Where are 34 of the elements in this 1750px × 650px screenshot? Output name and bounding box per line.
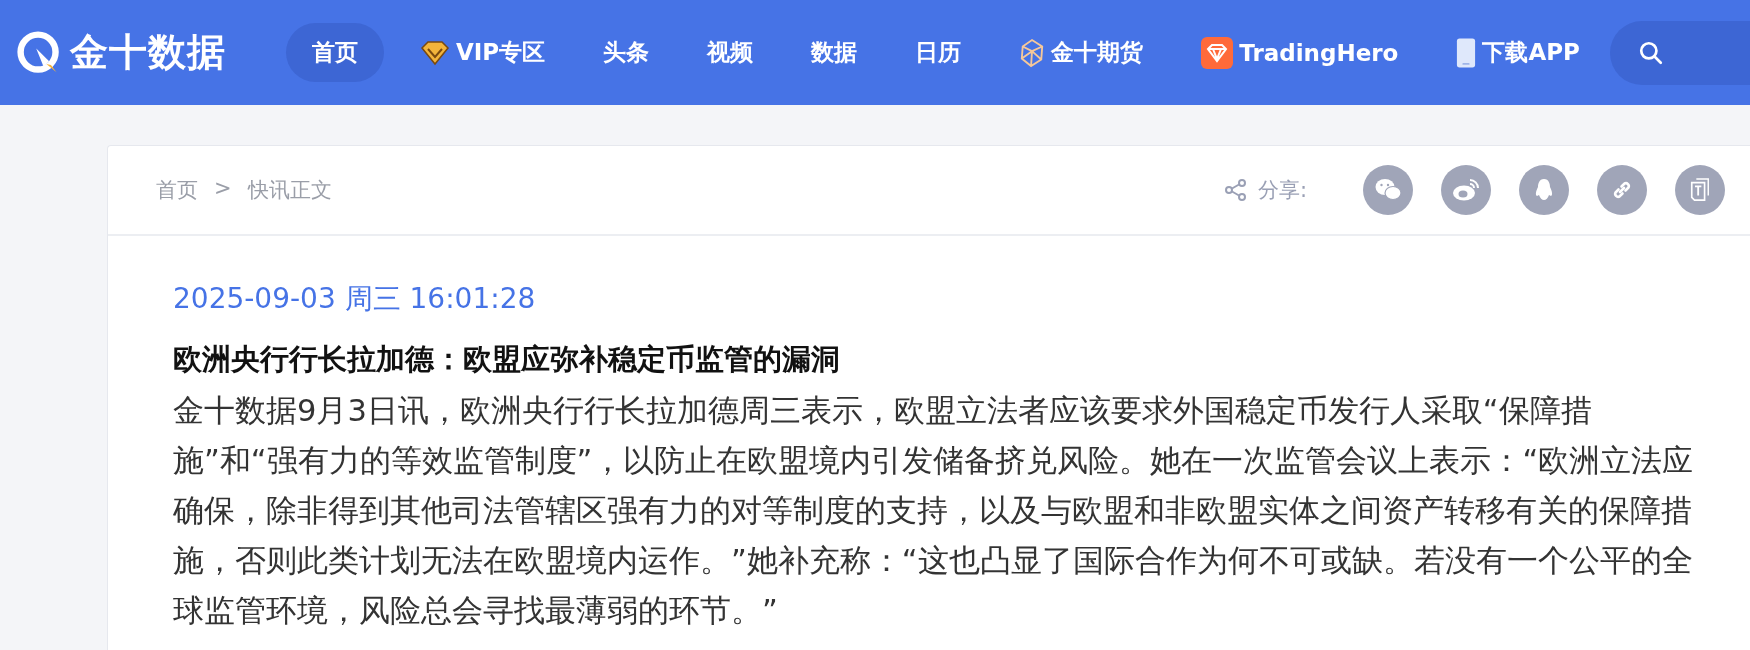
weibo-icon bbox=[1452, 178, 1480, 202]
news-timestamp: 2025-09-03 周三 16:01:28 bbox=[173, 281, 537, 317]
share-button[interactable] bbox=[1441, 165, 1491, 215]
breadcrumb-link[interactable]: 快讯正文 bbox=[247, 176, 332, 204]
chat-bubbles-icon bbox=[1374, 178, 1402, 202]
nav-tab[interactable]: 首页 bbox=[286, 23, 384, 82]
crystal-icon bbox=[1019, 37, 1046, 68]
share-button[interactable] bbox=[1519, 165, 1569, 215]
breadcrumb-link[interactable]: 首页 bbox=[156, 176, 198, 204]
nav-tab[interactable]: TradingHero bbox=[1179, 22, 1421, 83]
logo-icon[interactable] bbox=[16, 29, 62, 76]
nav-tab[interactable]: 金十期货 bbox=[997, 23, 1166, 82]
copy-link-button[interactable] bbox=[1597, 165, 1647, 215]
share-button[interactable] bbox=[1675, 165, 1725, 215]
penguin-icon bbox=[1534, 178, 1554, 202]
logo-text[interactable]: 金十数据 bbox=[70, 27, 226, 78]
share-icon bbox=[1223, 178, 1248, 202]
nav-tab[interactable]: 下载APP bbox=[1434, 22, 1602, 83]
news-headline: 欧洲央行行长拉加德：欧盟应弥补稳定币监管的漏洞 bbox=[173, 341, 841, 378]
document-icon bbox=[1689, 178, 1711, 202]
breadcrumb-separator: > bbox=[214, 176, 232, 202]
share-label: 分享: bbox=[1257, 177, 1307, 204]
nav-tab[interactable]: 视频 bbox=[685, 23, 776, 82]
diamond-icon bbox=[420, 39, 450, 66]
news-body: 金十数据9月3日讯，欧洲央行行长拉加德周三表示，欧盟立法者应该要求外国稳定币发行人采取“保障措施”和“强有力的等效监管制度”，以防止在欧盟境内引发储备挤兑风险。她在一次监管会议上表示：“欧洲立法应确保，除非得到其他司法管辖区强有力的对等制度的支持，以及与欧盟和非欧盟实体之间资产转移有关的保障措施，否则此类计划无法在欧盟境内运作。”她补充称：“这也凸显了国际合作为何不可或缺。若没有一个公平的全球监管环境，风险总会寻找最薄弱的环节。” bbox=[173, 392, 1695, 630]
nav-tab[interactable]: VIP专区 bbox=[398, 23, 568, 82]
nav-tab[interactable]: 头条 bbox=[581, 23, 672, 82]
share-button[interactable] bbox=[1363, 165, 1413, 215]
phone-icon bbox=[1456, 36, 1477, 69]
search-icon bbox=[1638, 39, 1664, 66]
gem-badge-icon bbox=[1201, 36, 1234, 69]
nav-tab[interactable]: 日历 bbox=[893, 23, 984, 82]
nav-tab[interactable]: 数据 bbox=[789, 23, 880, 82]
search-button[interactable] bbox=[1610, 20, 1750, 85]
